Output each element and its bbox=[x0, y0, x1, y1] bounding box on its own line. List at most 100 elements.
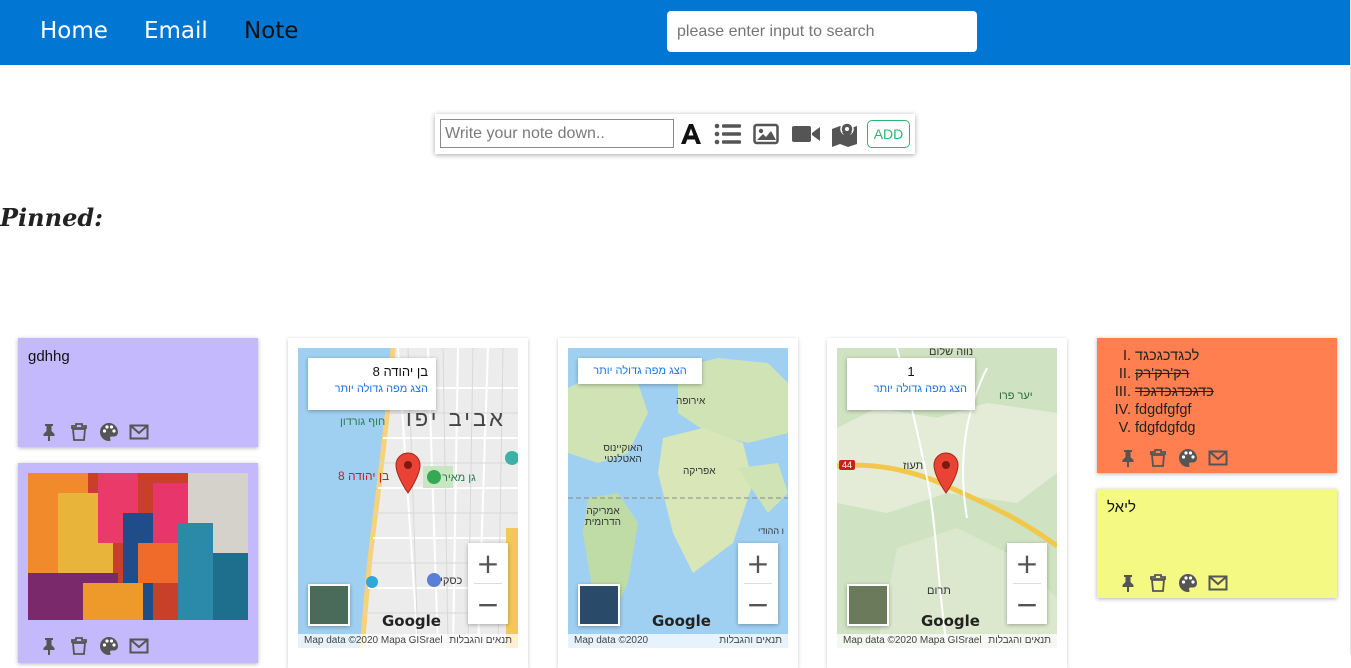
mail-icon[interactable] bbox=[128, 422, 150, 442]
map-note-card[interactable]: אביב יפו חוף גורדון גן מאיר כסקי בן יהוד… bbox=[288, 338, 528, 668]
zoom-in-button[interactable]: + bbox=[1007, 543, 1047, 583]
bigger-map-link[interactable]: הצג מפה גדולה יותר bbox=[855, 383, 967, 395]
note-composer: ADD bbox=[435, 114, 915, 154]
nav-note-link[interactable]: Note bbox=[244, 18, 298, 44]
map-label: אפריקה bbox=[683, 466, 716, 477]
zoom-in-button[interactable]: + bbox=[738, 543, 778, 583]
map-label: גן מאיר bbox=[442, 472, 476, 484]
trash-icon[interactable] bbox=[68, 422, 90, 442]
palette-icon[interactable] bbox=[1177, 448, 1199, 468]
note-actions bbox=[1117, 573, 1229, 593]
mail-icon[interactable] bbox=[1207, 573, 1229, 593]
map-terms-link[interactable]: תנאים והגבלות bbox=[719, 634, 782, 648]
video-icon[interactable] bbox=[791, 120, 821, 148]
note-text: ליאל bbox=[1107, 499, 1136, 516]
map-label: אירופה bbox=[676, 396, 706, 407]
map-place-name: בן יהודה 8 bbox=[372, 364, 428, 379]
map-label: תרום bbox=[927, 585, 951, 597]
trash-icon[interactable] bbox=[1147, 573, 1169, 593]
add-note-button[interactable]: ADD bbox=[867, 120, 910, 148]
palette-icon[interactable] bbox=[98, 422, 120, 442]
note-actions bbox=[38, 636, 150, 656]
map-marker-icon[interactable] bbox=[933, 452, 959, 494]
map-data-credit: Map data ©2020 Mapa GISrael bbox=[304, 635, 443, 646]
map-place-name: 1 bbox=[907, 364, 915, 379]
satellite-toggle[interactable] bbox=[308, 584, 350, 626]
todo-text-done: כדגכדגכדגכד bbox=[1135, 384, 1214, 400]
satellite-toggle[interactable] bbox=[578, 584, 620, 626]
trash-icon[interactable] bbox=[68, 636, 90, 656]
mail-icon[interactable] bbox=[128, 636, 150, 656]
map-label: כסקי bbox=[440, 575, 463, 587]
map-view[interactable]: אירופה האוקיינוס האטלנטי אפריקה אמריקה ה… bbox=[568, 348, 788, 648]
trash-icon[interactable] bbox=[1147, 448, 1169, 468]
map-marker-icon[interactable] bbox=[395, 452, 421, 494]
todo-text: fdgfdgfdg bbox=[1135, 420, 1196, 436]
map-label: חוף גורדון bbox=[340, 416, 386, 428]
map-note-card[interactable]: נווה שלום יער פרו תעוז תרום 44 1 הצג מפה… bbox=[827, 338, 1067, 668]
map-view[interactable]: אביב יפו חוף גורדון גן מאיר כסקי בן יהוד… bbox=[298, 348, 518, 648]
map-note-card[interactable]: אירופה האוקיינוס האטלנטי אפריקה אמריקה ה… bbox=[558, 338, 798, 668]
zoom-controls: + − bbox=[468, 543, 508, 624]
note-input[interactable] bbox=[440, 119, 674, 148]
note-card[interactable]: gdhhg bbox=[18, 338, 258, 447]
google-logo: Google bbox=[652, 612, 711, 630]
pin-icon[interactable] bbox=[1117, 448, 1139, 468]
todo-marker: III. bbox=[1114, 384, 1131, 400]
pinned-section-title: Pinned: bbox=[0, 203, 103, 232]
todo-item[interactable]: I. לכגדכגכגד bbox=[1107, 347, 1327, 365]
map-marker-label: בן יהודה 8 bbox=[338, 469, 390, 483]
text-icon[interactable] bbox=[676, 120, 706, 148]
google-logo: Google bbox=[382, 612, 441, 630]
todo-list: I. לכגדכגכגד II. רק'רק'רק III. כדגכדגכדגכד … bbox=[1107, 347, 1327, 437]
zoom-out-button[interactable]: − bbox=[738, 584, 778, 624]
top-navbar: Home Email Note bbox=[0, 0, 1351, 65]
bigger-map-link[interactable]: הצג מפה גדולה יותר bbox=[316, 383, 428, 395]
list-icon[interactable] bbox=[713, 120, 743, 148]
todo-text: לכגדכגכגד bbox=[1135, 348, 1200, 364]
nav-home-link[interactable]: Home bbox=[40, 18, 108, 44]
satellite-toggle[interactable] bbox=[847, 584, 889, 626]
list-note-card[interactable]: I. לכגדכגכגד II. רק'רק'רק III. כדגכדגכדגכד … bbox=[1097, 338, 1337, 473]
map-info-window: 1 הצג מפה גדולה יותר bbox=[847, 358, 975, 410]
zoom-in-button[interactable]: + bbox=[468, 543, 508, 583]
todo-marker: I. bbox=[1122, 348, 1131, 364]
note-actions bbox=[38, 422, 150, 442]
pin-icon[interactable] bbox=[38, 422, 60, 442]
zoom-out-button[interactable]: − bbox=[1007, 584, 1047, 624]
map-icon[interactable] bbox=[831, 120, 861, 148]
image-note-card[interactable] bbox=[18, 463, 258, 663]
bigger-map-link[interactable]: הצג מפה גדולה יותר bbox=[578, 358, 702, 384]
zoom-out-button[interactable]: − bbox=[468, 584, 508, 624]
nav-email-link[interactable]: Email bbox=[144, 18, 208, 44]
map-terms-link[interactable]: תנאים והגבלות bbox=[988, 634, 1051, 648]
note-text: gdhhg bbox=[28, 348, 70, 365]
palette-icon[interactable] bbox=[98, 636, 120, 656]
google-logo: Google bbox=[921, 612, 980, 630]
map-label: האוקיינוס האטלנטי bbox=[603, 443, 643, 465]
road-number-label: 44 bbox=[839, 460, 856, 470]
todo-item[interactable]: II. רק'רק'רק bbox=[1107, 365, 1327, 383]
note-card[interactable]: ליאל bbox=[1097, 489, 1337, 598]
todo-marker: IV. bbox=[1114, 402, 1131, 418]
map-data-credit: Map data ©2020 Mapa GISrael bbox=[843, 635, 982, 646]
map-label: נווה שלום bbox=[929, 348, 974, 358]
pin-icon[interactable] bbox=[1117, 573, 1139, 593]
zoom-controls: + − bbox=[738, 543, 778, 624]
pin-icon[interactable] bbox=[38, 636, 60, 656]
todo-text-done: רק'רק'רק bbox=[1135, 366, 1190, 382]
todo-text: fdgdfgfgf bbox=[1135, 402, 1192, 418]
todo-item[interactable]: IV. fdgdfgfgf bbox=[1107, 401, 1327, 419]
image-icon[interactable] bbox=[751, 120, 781, 148]
mail-icon[interactable] bbox=[1207, 448, 1229, 468]
map-label: תעוז bbox=[903, 460, 924, 472]
map-label: יער פרו bbox=[999, 390, 1033, 402]
todo-item[interactable]: V. fdgfdgfdg bbox=[1107, 419, 1327, 437]
map-terms-link[interactable]: תנאים והגבלות bbox=[449, 634, 512, 648]
map-view[interactable]: נווה שלום יער פרו תעוז תרום 44 1 הצג מפה… bbox=[837, 348, 1057, 648]
todo-item[interactable]: III. כדגכדגכדגכד bbox=[1107, 383, 1327, 401]
note-actions bbox=[1117, 448, 1229, 468]
palette-icon[interactable] bbox=[1177, 573, 1199, 593]
todo-marker: V. bbox=[1118, 420, 1131, 436]
search-input[interactable] bbox=[667, 11, 977, 52]
